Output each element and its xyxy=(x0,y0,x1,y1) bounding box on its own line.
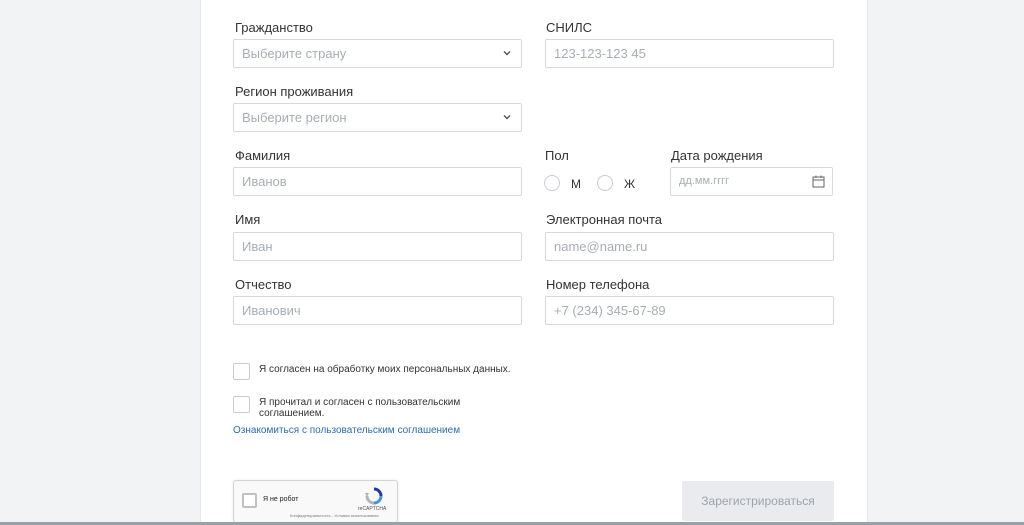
phone-field[interactable] xyxy=(545,296,834,325)
personal-data-consent-label: Я согласен на обработку моих персональны… xyxy=(259,364,511,375)
last-name-label: Фамилия xyxy=(235,148,291,163)
chevron-down-icon xyxy=(503,115,511,120)
first-name-label: Имя xyxy=(235,212,261,227)
birth-date-placeholder: дд.мм.гггг xyxy=(679,175,730,187)
recaptcha-checkbox[interactable] xyxy=(242,493,257,508)
citizenship-label: Гражданство xyxy=(235,20,313,35)
patronymic-input[interactable] xyxy=(242,297,521,324)
birth-date-label: Дата рождения xyxy=(671,148,763,163)
email-field[interactable] xyxy=(545,232,834,261)
last-name-field[interactable] xyxy=(233,167,522,196)
snils-field[interactable] xyxy=(545,39,834,68)
snils-input[interactable] xyxy=(554,40,833,67)
patronymic-label: Отчество xyxy=(235,277,292,292)
region-select[interactable]: Выберите регион xyxy=(233,103,522,132)
citizenship-placeholder: Выберите страну xyxy=(242,46,347,61)
gender-option-m-label: М xyxy=(571,177,581,191)
last-name-input[interactable] xyxy=(242,168,521,195)
recaptcha-terms[interactable]: Конфиденциальность - Условия использован… xyxy=(290,513,379,518)
email-label: Электронная почта xyxy=(546,212,663,227)
region-placeholder: Выберите регион xyxy=(242,110,347,125)
personal-data-checkbox[interactable] xyxy=(233,363,250,380)
register-button[interactable]: Зарегистрироваться xyxy=(682,481,834,521)
first-name-field[interactable] xyxy=(233,232,522,261)
birth-date-field[interactable]: дд.мм.гггг xyxy=(670,167,833,196)
region-label: Регион проживания xyxy=(235,84,354,99)
user-agreement-link[interactable]: Ознакомиться с пользовательским соглашен… xyxy=(233,425,460,437)
recaptcha-logo-icon xyxy=(365,487,383,505)
recaptcha-label: Я не робот xyxy=(263,496,299,503)
registration-card xyxy=(200,0,868,525)
recaptcha-widget: Я не робот reCAPTCHA Конфиденциальность … xyxy=(233,480,398,523)
gender-option-f-label: Ж xyxy=(624,177,636,191)
patronymic-field[interactable] xyxy=(233,296,522,325)
email-input[interactable] xyxy=(554,233,833,260)
recaptcha-brand: reCAPTCHA xyxy=(358,506,387,512)
citizenship-select[interactable]: Выберите страну xyxy=(233,39,522,68)
snils-label: СНИЛС xyxy=(546,20,593,35)
calendar-icon[interactable] xyxy=(812,175,825,188)
chevron-down-icon xyxy=(503,51,511,56)
gender-radio-m[interactable] xyxy=(544,175,560,191)
user-agreement-checkbox[interactable] xyxy=(233,396,250,413)
gender-radio-f[interactable] xyxy=(597,175,613,191)
gender-label: Пол xyxy=(545,148,569,163)
first-name-input[interactable] xyxy=(242,233,521,260)
phone-input[interactable] xyxy=(554,297,833,324)
phone-label: Номер телефона xyxy=(546,277,650,292)
user-agreement-consent-label-line2: соглашением. xyxy=(259,408,325,419)
